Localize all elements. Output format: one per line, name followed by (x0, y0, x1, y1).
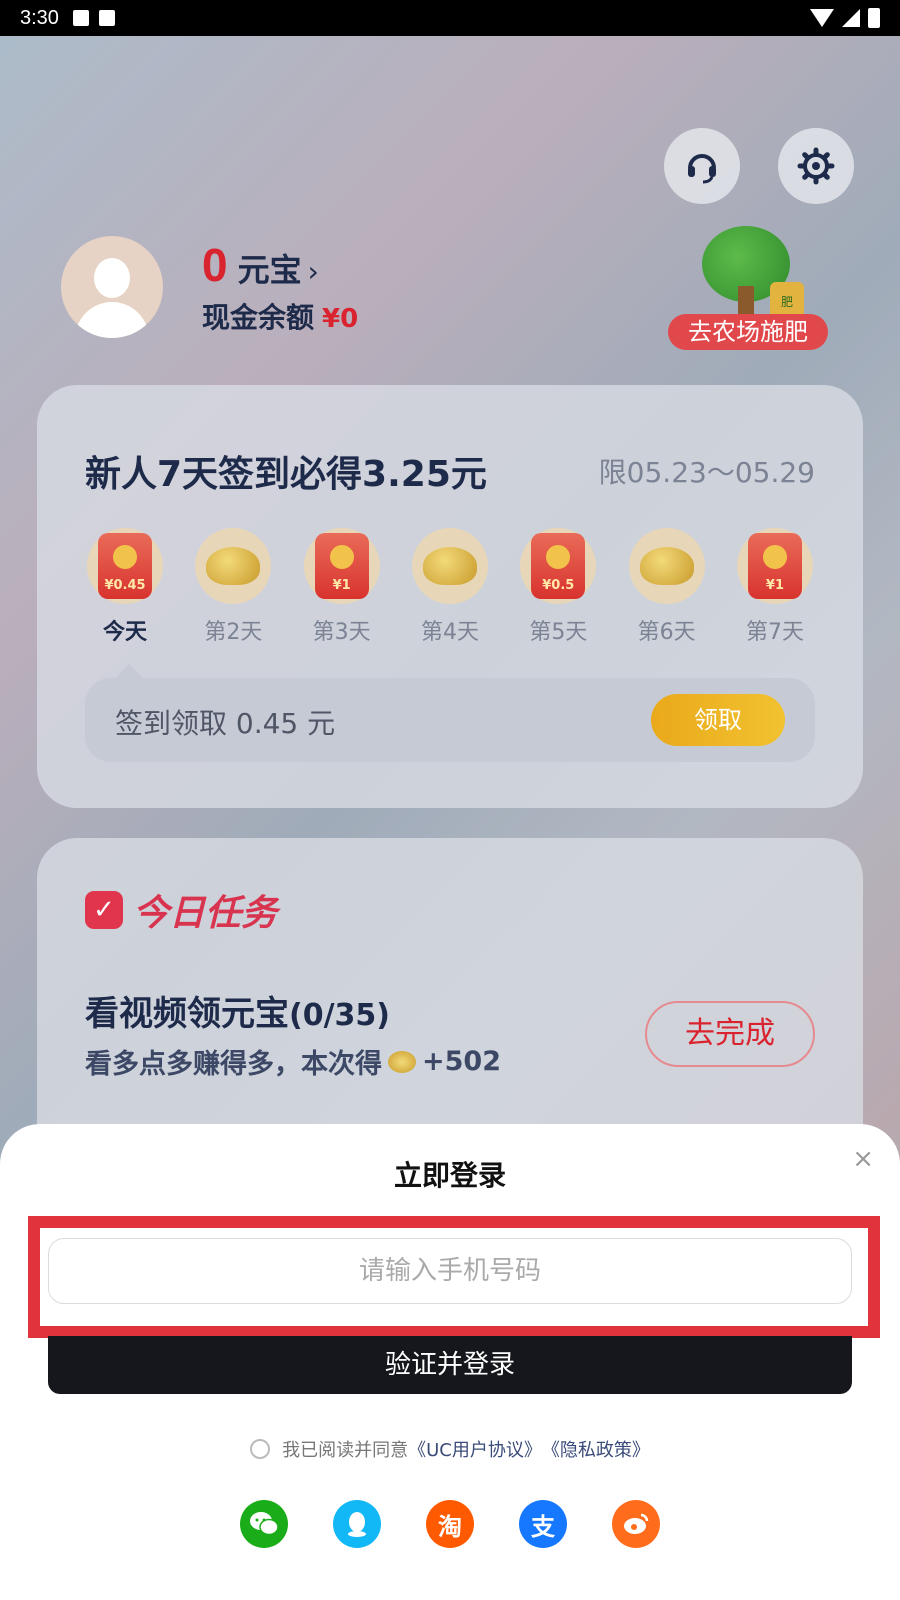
day-2[interactable]: 第2天 (193, 528, 273, 646)
cash-balance: 现金余额 ¥0 (202, 296, 358, 336)
login-sheet: × 立即登录 验证并登录 我已阅读并同意 《UC用户协议》 《隐私政策》 淘 支 (0, 1124, 900, 1600)
battery-icon (868, 8, 880, 28)
day-label: 第7天 (745, 620, 804, 645)
wifi-icon (810, 9, 834, 27)
today-pointer (115, 663, 143, 679)
claim-text: 签到领取 0.45 元 (115, 707, 336, 740)
status-bar: 3:30 (0, 0, 900, 36)
day-label: 第2天 (204, 620, 263, 645)
app-notification-icon (98, 10, 115, 26)
agree-text: 我已阅读并同意 (282, 1440, 409, 1461)
farm-fertilize-button[interactable]: 肥 去农场施肥 (668, 226, 828, 350)
qq-icon[interactable] (333, 1500, 381, 1548)
day-5[interactable]: ¥0.5 第5天 (518, 528, 598, 646)
alipay-icon[interactable]: 支 (519, 1500, 567, 1548)
customer-service-button[interactable] (664, 128, 740, 204)
signal-icon (842, 9, 860, 27)
signin-title: 新人7天签到必得3.25元 (85, 454, 487, 495)
redpacket-icon: ¥0.5 (520, 528, 597, 604)
agree-radio[interactable] (250, 1439, 271, 1459)
day-reward: ¥0.5 (531, 533, 586, 599)
day-label: 今天 (102, 620, 147, 645)
privacy-policy-link[interactable]: 《隐私政策》 (542, 1436, 650, 1462)
ingot-icon (195, 528, 272, 604)
day-reward: ¥1 (314, 533, 369, 599)
checkbox-icon: ✓ (85, 891, 123, 929)
tasks-title: 今日任务 (133, 893, 278, 934)
day-3[interactable]: ¥1 第3天 (302, 528, 382, 646)
wechat-icon[interactable] (240, 1500, 288, 1548)
ingot-icon (628, 528, 705, 604)
avatar[interactable] (61, 236, 163, 338)
day-1[interactable]: ¥0.45 今天 (85, 528, 165, 646)
redpacket-icon: ¥1 (736, 528, 813, 604)
task-sub-text: 看多点多赚得多，本次得 (85, 1049, 382, 1080)
social-login-row: 淘 支 (0, 1500, 900, 1548)
settings-button[interactable] (778, 128, 854, 204)
day-label: 第5天 (529, 620, 588, 645)
tree-trunk (738, 286, 754, 316)
coins-unit: 元宝 (237, 251, 302, 289)
signin-card: 新人7天签到必得3.25元 限05.23～05.29 ¥0.45 今天 第2天 … (37, 385, 863, 808)
day-label: 第4天 (420, 620, 479, 645)
ingot-icon (388, 1050, 416, 1073)
taobao-icon[interactable]: 淘 (426, 1500, 474, 1548)
user-agreement-link[interactable]: 《UC用户协议》 (408, 1436, 542, 1462)
redpacket-icon: ¥1 (303, 528, 380, 604)
cash-value: ¥0 (322, 304, 359, 334)
image-notification-icon (72, 10, 89, 26)
day-label: 第3天 (312, 620, 371, 645)
login-title: 立即登录 (393, 1159, 506, 1192)
tasks-header: ✓ 今日任务 (85, 884, 277, 936)
coins-balance-link[interactable]: 0 元宝 › (202, 238, 319, 292)
task-subtitle: 看多点多赚得多，本次得 +502 (85, 1042, 501, 1081)
signin-date-range: 限05.23～05.29 (598, 456, 815, 489)
claim-button[interactable]: 领取 (651, 694, 785, 746)
status-time: 3:30 (20, 6, 59, 29)
avatar-head (94, 258, 130, 298)
day-6[interactable]: 第6天 (627, 528, 707, 646)
ingot-icon (411, 528, 488, 604)
day-label: 第6天 (637, 620, 696, 645)
chevron-right-icon: › (307, 255, 319, 288)
weibo-icon[interactable] (612, 1500, 660, 1548)
day-reward: ¥1 (747, 533, 802, 599)
avatar-body (75, 302, 149, 338)
headset-icon (688, 154, 716, 184)
day-4[interactable]: 第4天 (410, 528, 490, 646)
task-count: (0/35) (289, 998, 391, 1033)
agreement-row: 我已阅读并同意 《UC用户协议》 《隐私政策》 (0, 1436, 900, 1462)
coins-value: 0 (202, 239, 228, 291)
task-reward: +502 (422, 1046, 501, 1077)
day-reward: ¥0.45 (98, 533, 152, 599)
verify-login-button[interactable]: 验证并登录 (48, 1336, 852, 1394)
redpacket-icon: ¥0.45 (87, 528, 163, 604)
task-title: 看视频领元宝(0/35) (85, 986, 390, 1035)
gear-icon (797, 147, 835, 185)
day-7[interactable]: ¥1 第7天 (735, 528, 815, 646)
claim-bar: 签到领取 0.45 元 领取 (85, 678, 815, 762)
phone-input[interactable] (48, 1238, 852, 1304)
signin-days: ¥0.45 今天 第2天 ¥1 第3天 第4天 ¥0.5 第5天 第6天 ¥1 … (85, 528, 815, 646)
task-complete-button[interactable]: 去完成 (645, 1001, 815, 1067)
cash-label: 现金余额 (202, 301, 315, 334)
task-name: 看视频领元宝 (85, 994, 289, 1034)
farm-label: 去农场施肥 (668, 314, 828, 350)
